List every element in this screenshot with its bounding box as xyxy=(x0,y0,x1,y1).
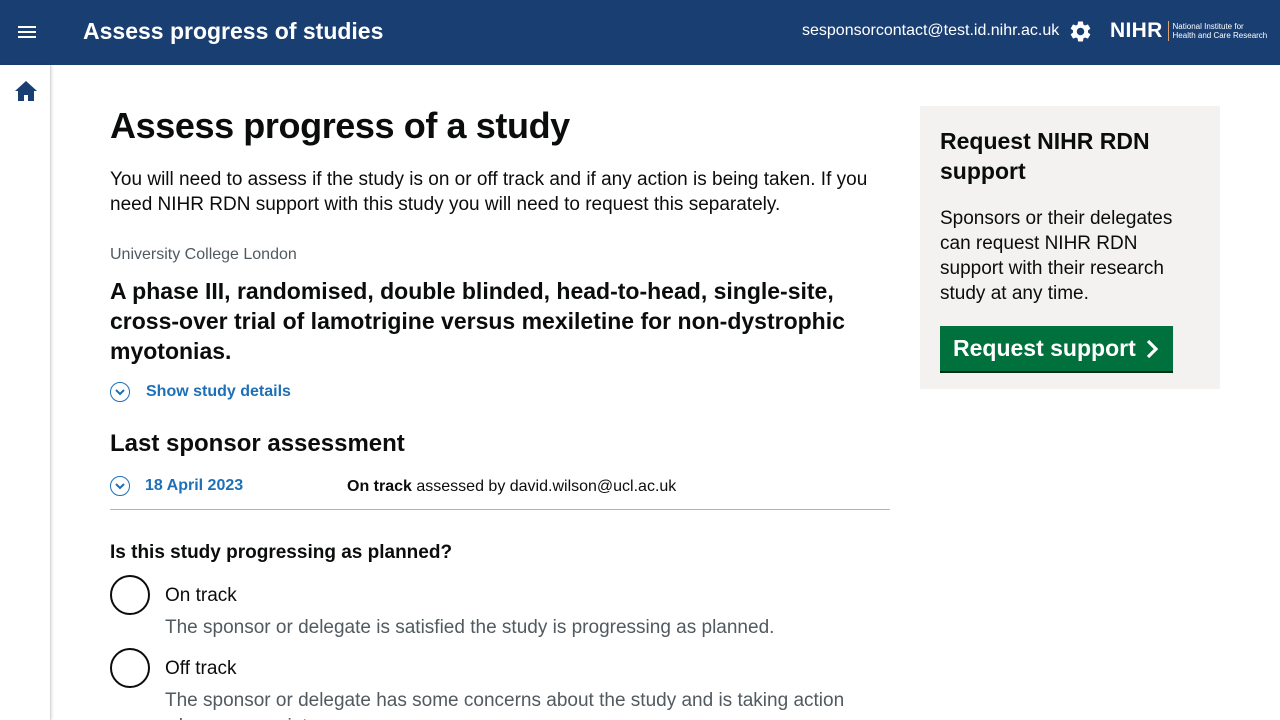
show-study-details-toggle[interactable]: Show study details xyxy=(110,382,291,402)
request-support-panel: Request NIHR RDN support Sponsors or the… xyxy=(920,106,1220,389)
request-support-text: Sponsors or their delegates can request … xyxy=(940,208,1173,304)
organisation-name: University College London xyxy=(110,246,297,263)
request-support-button[interactable]: Request support xyxy=(940,326,1173,371)
side-nav xyxy=(0,65,51,720)
study-title: A phase III, randomised, double blinded,… xyxy=(110,278,845,364)
top-header-bar: Assess progress of studies sesponsorcont… xyxy=(0,0,1280,65)
app-title: Assess progress of studies xyxy=(83,18,384,44)
assessment-expand-toggle[interactable]: 18 April 2023 xyxy=(110,476,243,496)
radio-off-track-hint: The sponsor or delegate has some concern… xyxy=(165,690,845,720)
logo-divider xyxy=(1167,21,1169,41)
nihr-logo[interactable]: NIHR National Institute for Health and C… xyxy=(1110,18,1268,44)
menu-icon[interactable] xyxy=(14,20,40,46)
radio-on-track-label[interactable]: On track xyxy=(165,585,237,607)
intro-text: You will need to assess if the study is … xyxy=(110,169,868,215)
logo-subtitle-line2: Health and Care Research xyxy=(1172,31,1268,40)
user-email: sesponsorcontact@test.id.nihr.ac.uk xyxy=(802,22,1060,39)
logo-wordmark: NIHR xyxy=(1110,19,1163,42)
assessment-status: On track xyxy=(347,478,412,495)
radio-off-track-label[interactable]: Off track xyxy=(165,658,236,680)
request-support-title: Request NIHR RDN support xyxy=(940,128,1150,184)
radio-on-track-hint: The sponsor or delegate is satisfied the… xyxy=(165,617,775,638)
radio-off-track-input[interactable] xyxy=(110,648,150,688)
assessment-by: assessed by david.wilson@ucl.ac.uk xyxy=(416,478,677,495)
chevron-down-icon xyxy=(110,382,130,402)
home-icon[interactable] xyxy=(14,80,38,102)
progress-question: Is this study progressing as planned? xyxy=(110,542,453,563)
gear-icon[interactable] xyxy=(1068,19,1093,44)
page-title: Assess progress of a study xyxy=(110,105,570,146)
chevron-right-icon xyxy=(1145,339,1159,359)
assessment-summary: On track assessed by david.wilson@ucl.ac… xyxy=(347,478,676,496)
logo-subtitle-line1: National Institute for xyxy=(1172,22,1244,31)
assessment-date: 18 April 2023 xyxy=(145,477,244,494)
logo-subtitle: National Institute for Health and Care R… xyxy=(1173,22,1268,40)
request-support-label: Request support xyxy=(953,335,1136,361)
radio-on-track-input[interactable] xyxy=(110,575,150,615)
chevron-down-icon xyxy=(110,476,130,496)
show-study-details-label: Show study details xyxy=(146,383,291,400)
last-assessment-row: 18 April 2023 On track assessed by david… xyxy=(110,476,890,510)
last-assessment-heading: Last sponsor assessment xyxy=(110,430,405,457)
